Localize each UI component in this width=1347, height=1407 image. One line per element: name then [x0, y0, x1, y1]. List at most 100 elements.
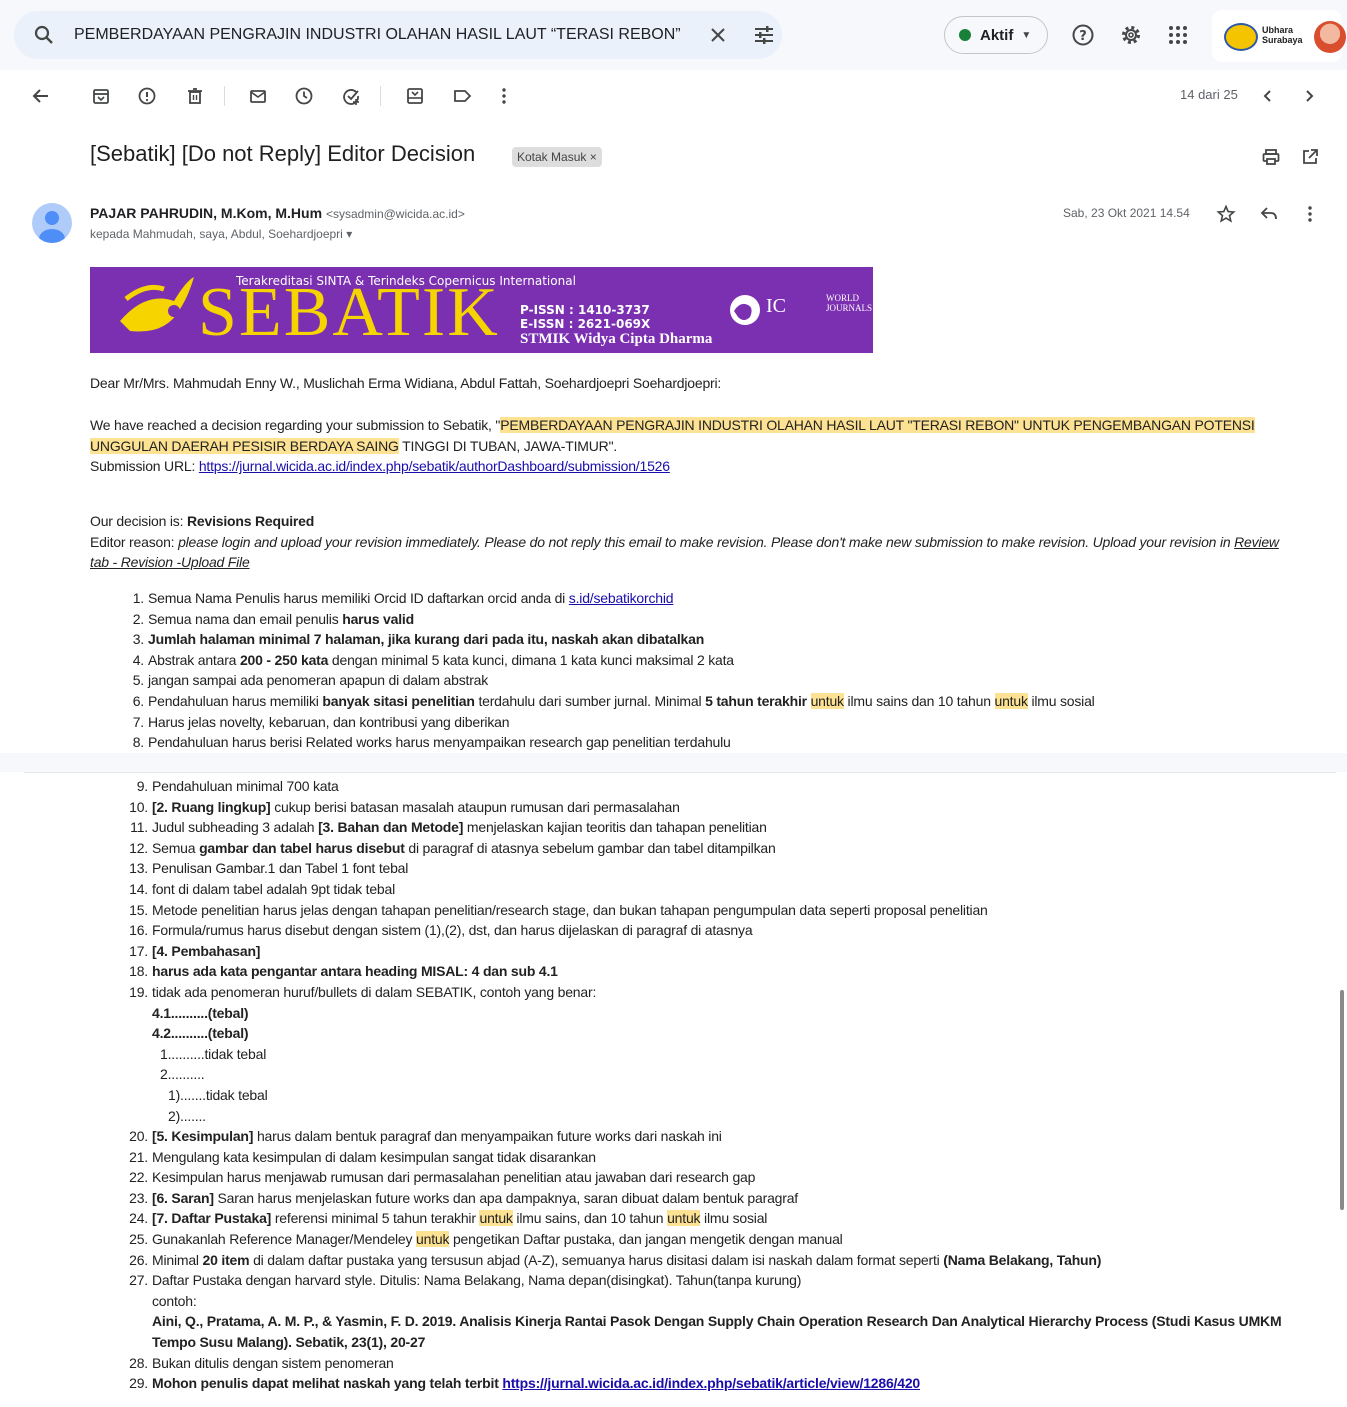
open-new-window-icon[interactable] — [1300, 147, 1320, 167]
example-line: 2)....... — [168, 1107, 206, 1124]
reply-icon[interactable] — [1259, 204, 1279, 224]
svg-text:?: ? — [1079, 29, 1087, 44]
delete-icon[interactable] — [185, 86, 205, 106]
example-line: contoh: — [152, 1292, 197, 1309]
email-subject: [Sebatik] [Do not Reply] Editor Decision — [90, 141, 476, 166]
list-item: 12. Semua gambar dan tabel harus disebut … — [129, 839, 776, 856]
reference-example: Tempo Susu Malang). Sebatik, 23(1), 20-2… — [152, 1334, 426, 1351]
settings-gear-icon[interactable] — [1119, 23, 1143, 47]
avatar[interactable] — [1314, 21, 1346, 53]
search-icon[interactable] — [32, 23, 56, 47]
intro-paragraph: We have reached a decision regarding you… — [90, 417, 1255, 474]
list-item: 24. [7. Daftar Pustaka] referensi minimal… — [129, 1210, 768, 1227]
requirements-list-bottom: 9. Pendahuluan minimal 700 kata 10. [2. Ru… — [129, 776, 1332, 1394]
list-item: 13. Penulisan Gambar.1 dan Tabel 1 font t… — [129, 860, 409, 877]
recipients[interactable]: kepada Mahmudah, saya, Abdul, Soehardjoe… — [90, 227, 352, 241]
help-icon[interactable]: ? — [1071, 23, 1095, 47]
list-item: 23. [6. Saran] Saran harus menjelaskan fu… — [129, 1189, 798, 1206]
top-bar: PEMBERDAYAAN PENGRAJIN INDUSTRI OLAHAN H… — [0, 0, 1347, 70]
org-name: Ubhara Surabaya — [1262, 25, 1303, 45]
list-item: 10. [2. Ruang lingkup] cukup berisi batas… — [129, 798, 680, 815]
screenshot-seam — [0, 753, 1347, 772]
archive-icon[interactable] — [91, 86, 111, 106]
reference-example: Aini, Q., Pratama, A. M. P., & Yasmin, F… — [152, 1313, 1282, 1330]
chevron-left-icon[interactable] — [1258, 86, 1278, 106]
globe-logo-icon — [730, 295, 760, 325]
list-item: 3. Jumlah halaman minimal 7 halaman, jika… — [132, 631, 705, 648]
toolbar-divider — [224, 86, 225, 106]
caret-down-icon[interactable]: ▾ — [346, 227, 352, 241]
list-item: 9. Pendahuluan minimal 700 kata — [136, 778, 339, 794]
chevron-right-icon[interactable] — [1299, 86, 1319, 106]
move-to-icon[interactable] — [405, 86, 425, 106]
toolbar-divider — [380, 86, 381, 106]
search-options-icon[interactable] — [752, 23, 776, 47]
published-article-link[interactable]: https://jurnal.wicida.ac.id/index.php/se… — [502, 1375, 920, 1391]
banner-institution: STMIK Widya Cipta Dharma — [520, 331, 713, 347]
list-item: 6. Pendahuluan harus memiliki banyak sita… — [132, 692, 1095, 709]
mark-unread-icon[interactable] — [248, 86, 268, 106]
submission-url-link[interactable]: https://jurnal.wicida.ac.id/index.php/se… — [199, 458, 670, 474]
add-task-icon[interactable] — [341, 86, 361, 106]
orcid-link[interactable]: s.id/sebatikorchid — [569, 590, 674, 606]
list-item: 1. Semua Nama Penulis harus memiliki Orci… — [132, 590, 674, 606]
status-dropdown[interactable]: Aktif ▼ — [944, 16, 1048, 54]
example-line: 1).......tidak tebal — [168, 1086, 268, 1103]
report-spam-icon[interactable] — [137, 86, 157, 106]
sender-email: <sysadmin@wicida.ac.id> — [325, 207, 465, 221]
list-item: 26. Minimal 20 item di dalam daftar pusta… — [129, 1251, 1102, 1268]
list-item: 16. Formula/rumus harus disebut dengan s… — [129, 922, 753, 939]
example-line: 4.1..........(tebal) — [152, 1004, 249, 1021]
sender-avatar — [32, 203, 72, 243]
world-journals-logo: WORLD JOURNALS — [826, 293, 873, 313]
list-item: 8. Pendahuluan harus berisi Related works… — [132, 734, 731, 751]
list-item: 25. Gunakanlah Reference Manager/Mendeley… — [129, 1231, 843, 1248]
list-item: 4. Abstrak antara 200 - 250 kata dengan m… — [132, 651, 734, 668]
list-item: 15. Metode penelitian harus jelas dengan … — [129, 901, 988, 918]
sender-line: PAJAR PAHRUDIN, M.Kom, M.Hum <sysadmin@w… — [90, 205, 465, 221]
sebatik-fish-logo-icon — [120, 277, 194, 332]
email-date: Sab, 23 Okt 2021 14.54 — [1063, 206, 1190, 220]
scrollbar[interactable] — [1340, 990, 1344, 1210]
banner-issn: P-ISSN : 1410-3737 E-ISSN : 2621-069X — [520, 303, 651, 331]
print-icon[interactable] — [1261, 147, 1281, 167]
snooze-clock-icon[interactable] — [294, 86, 314, 106]
search-bar[interactable]: PEMBERDAYAAN PENGRAJIN INDUSTRI OLAHAN H… — [14, 11, 782, 59]
example-line: 1..........tidak tebal — [160, 1045, 267, 1062]
list-item: 19. tidak ada penomeran huruf/bullets di … — [129, 983, 597, 1000]
star-icon[interactable] — [1216, 204, 1236, 224]
list-item: 20. [5. Kesimpulan] harus dalam bentuk pa… — [129, 1128, 722, 1145]
list-item: 5. jangan sampai ada penomeran apapun di … — [132, 672, 489, 689]
search-input[interactable]: PEMBERDAYAAN PENGRAJIN INDUSTRI OLAHAN H… — [74, 26, 684, 44]
back-arrow-icon[interactable] — [31, 86, 51, 106]
list-item: 28. Bukan ditulis dengan sistem penomeran — [129, 1354, 394, 1371]
chevron-down-icon: ▼ — [1021, 29, 1032, 41]
review-tab-link[interactable]: Review — [1234, 534, 1279, 550]
list-item: 21. Mengulang kata kesimpulan di dalam ke… — [129, 1148, 596, 1165]
list-item: 2. Semua nama dan email penulis harus val… — [132, 610, 414, 627]
list-item: 14. font di dalam tabel adalah 9pt tidak … — [129, 880, 395, 897]
list-item: 17. [4. Pembahasan] — [129, 942, 261, 959]
more-vert-icon[interactable] — [1300, 204, 1320, 224]
greeting: Dear Mr/Mrs. Mahmudah Enny W., Muslichah… — [90, 375, 722, 391]
banner-title: SEBATIK — [198, 274, 500, 351]
apps-grid-icon[interactable] — [1166, 23, 1190, 47]
clear-search-icon[interactable] — [706, 23, 730, 47]
requirements-list-top: 1. Semua Nama Penulis harus memiliki Orci… — [132, 588, 1328, 753]
sender-name: PAJAR PAHRUDIN, M.Kom, M.Hum — [90, 205, 323, 221]
status-label: Aktif — [980, 26, 1014, 44]
status-dot — [959, 29, 971, 41]
list-item: 22. Kesimpulan harus menjawab rumusan dar… — [129, 1169, 756, 1186]
ici-logo: IC — [766, 295, 786, 317]
account-switcher[interactable]: Ubhara Surabaya — [1212, 10, 1346, 62]
org-logo — [1224, 23, 1258, 51]
list-item: 18. harus ada kata pengantar antara headi… — [129, 963, 558, 980]
message-counter: 14 dari 25 — [1180, 87, 1238, 102]
more-vert-icon[interactable] — [494, 86, 514, 106]
label-icon[interactable] — [452, 86, 472, 106]
decision-paragraph: Our decision is: Revisions Required Edit… — [90, 513, 1279, 570]
revision-upload-link[interactable]: tab - Revision -Upload File — [90, 554, 250, 570]
list-item: 11. Judul subheading 3 adalah [3. Bahan d… — [130, 819, 767, 836]
inbox-label-chip[interactable]: Kotak Masuk × — [512, 147, 602, 167]
decision-value: Revisions Required — [186, 513, 315, 529]
